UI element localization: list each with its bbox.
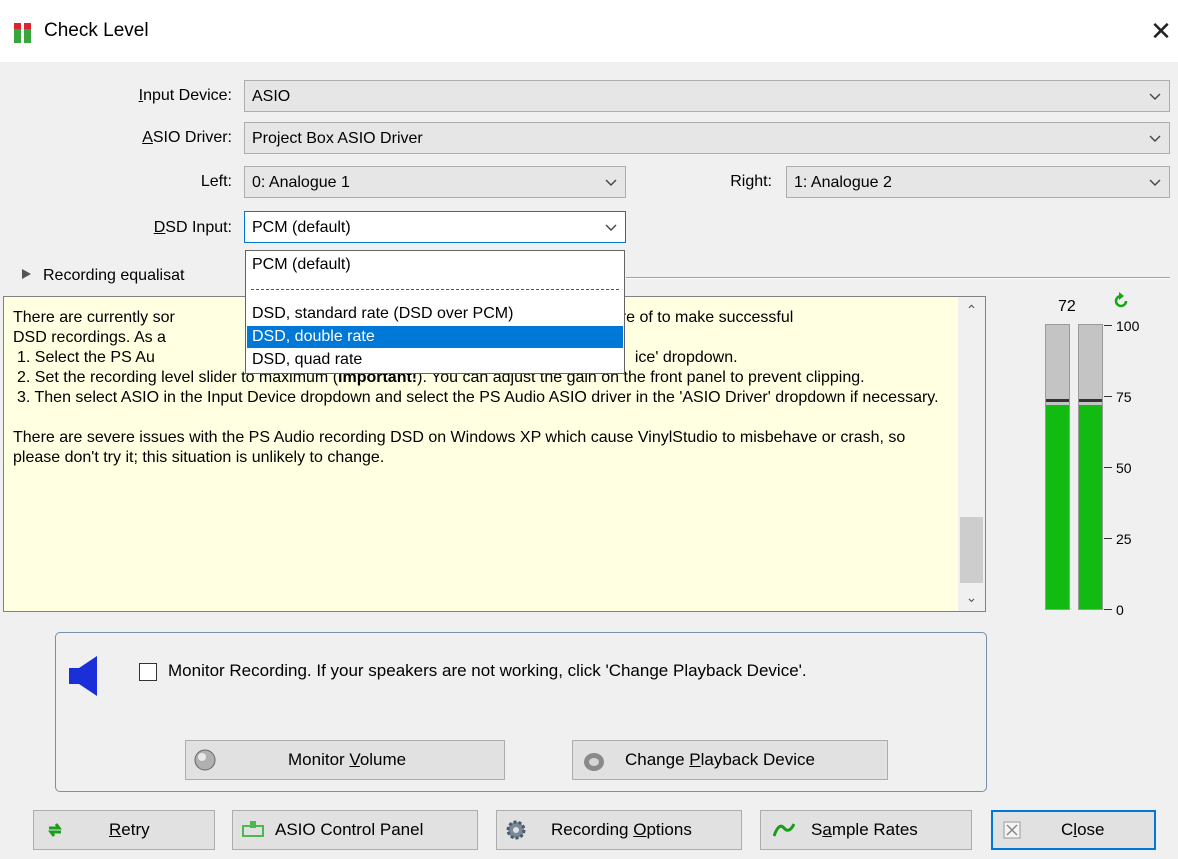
asio-driver-dropdown[interactable]: Project Box ASIO Driver bbox=[244, 122, 1170, 154]
scale-tick bbox=[1104, 396, 1112, 397]
asio-control-panel-button[interactable]: ASIO Control Panel bbox=[232, 810, 478, 850]
chevron-down-icon bbox=[605, 179, 617, 186]
close-button[interactable]: Close bbox=[991, 810, 1156, 850]
wave-icon bbox=[773, 823, 795, 837]
close-label: Close bbox=[1061, 820, 1105, 839]
title-bar: Check Level ✕ bbox=[0, 0, 1178, 62]
left-level-meter bbox=[1045, 324, 1070, 610]
meter-scale-label: 0 bbox=[1116, 602, 1124, 618]
scroll-down-arrow-icon[interactable]: ⌄ bbox=[958, 584, 985, 611]
recording-equalisation-toggle[interactable]: Recording equalisat bbox=[22, 267, 184, 285]
asio-driver-label: ASIO Driver: bbox=[142, 129, 232, 146]
reset-peak-icon[interactable] bbox=[1112, 292, 1130, 310]
input-device-value: ASIO bbox=[252, 88, 291, 105]
level-meter-value: 72 bbox=[1058, 298, 1076, 315]
dsd-option[interactable]: PCM (default) bbox=[247, 254, 623, 276]
monitor-recording-label: Monitor Recording. If your speakers are … bbox=[168, 661, 807, 680]
change-playback-device-button[interactable]: Change Playback Device bbox=[572, 740, 888, 780]
chevron-down-icon bbox=[1149, 93, 1161, 100]
scale-tick bbox=[1104, 467, 1112, 468]
right-channel-dropdown[interactable]: 1: Analogue 2 bbox=[786, 166, 1170, 198]
section-divider bbox=[626, 277, 1170, 279]
retry-button[interactable]: Retry bbox=[33, 810, 215, 850]
chevron-down-icon bbox=[1149, 179, 1161, 186]
chevron-down-icon bbox=[1149, 135, 1161, 142]
notes-item-1-tail: ice' dropdown. bbox=[634, 349, 738, 366]
left-peak-marker bbox=[1046, 399, 1069, 402]
speaker-gray-icon bbox=[584, 753, 604, 771]
right-channel-label: Right: bbox=[730, 173, 772, 190]
chevron-down-icon bbox=[605, 224, 617, 231]
level-meter-app-icon bbox=[14, 23, 32, 43]
notes-paragraph-1: There are currently sor bbox=[13, 309, 175, 326]
right-level-fill bbox=[1079, 405, 1102, 609]
notes-paragraph-1-line-2: DSD recordings. As a bbox=[13, 329, 166, 346]
right-peak-marker bbox=[1079, 399, 1102, 402]
input-device-dropdown[interactable]: ASIO bbox=[244, 80, 1170, 112]
recording-options-label: Recording Options bbox=[551, 820, 692, 839]
sample-rates-label: Sample Rates bbox=[811, 820, 918, 839]
dsd-option[interactable]: DSD, standard rate (DSD over PCM) bbox=[247, 303, 623, 325]
dsd-input-options-list[interactable]: PCM (default) DSD, standard rate (DSD ov… bbox=[245, 250, 625, 374]
meter-scale-label: 25 bbox=[1116, 531, 1132, 547]
gear-icon bbox=[506, 820, 526, 840]
notes-paragraph-2: There are severe issues with the PS Audi… bbox=[13, 429, 906, 466]
close-box-icon bbox=[1003, 821, 1021, 839]
retry-arrows-icon bbox=[48, 823, 62, 837]
input-device-label: Input Device: bbox=[138, 87, 232, 104]
option-separator bbox=[251, 289, 619, 290]
notes-item-3: 3. Then select ASIO in the Input Device … bbox=[17, 389, 939, 406]
left-channel-label: Left: bbox=[200, 173, 232, 190]
retry-label: Retry bbox=[109, 820, 150, 839]
left-channel-dropdown[interactable]: 0: Analogue 1 bbox=[244, 166, 626, 198]
meter-scale-label: 75 bbox=[1116, 389, 1132, 405]
notes-scrollbar[interactable]: ⌃ ⌄ bbox=[958, 297, 985, 611]
expand-arrow-icon bbox=[22, 269, 31, 279]
recording-equalisation-label: Recording equalisat bbox=[43, 267, 185, 284]
volume-knob-icon bbox=[194, 749, 216, 771]
scale-tick bbox=[1104, 609, 1112, 610]
speaker-icon bbox=[69, 656, 97, 696]
dsd-input-dropdown[interactable]: PCM (default) bbox=[244, 211, 626, 243]
right-channel-value: 1: Analogue 2 bbox=[794, 174, 892, 191]
monitor-recording-checkbox[interactable] bbox=[139, 663, 157, 681]
dsd-input-value: PCM (default) bbox=[252, 219, 351, 236]
sample-rates-button[interactable]: Sample Rates bbox=[760, 810, 972, 850]
window-title: Check Level bbox=[44, 20, 149, 41]
scale-tick bbox=[1104, 538, 1112, 539]
asio-control-panel-label: ASIO Control Panel bbox=[275, 820, 424, 839]
connector-icon bbox=[242, 821, 264, 837]
left-channel-value: 0: Analogue 1 bbox=[252, 174, 350, 191]
change-playback-device-label: Change Playback Device bbox=[625, 750, 815, 769]
monitor-volume-button[interactable]: Monitor Volume bbox=[185, 740, 505, 780]
dsd-option-selected[interactable]: DSD, double rate bbox=[247, 326, 623, 348]
scroll-up-arrow-icon[interactable]: ⌃ bbox=[958, 297, 985, 324]
scale-tick bbox=[1104, 325, 1112, 326]
scrollbar-thumb[interactable] bbox=[960, 517, 983, 583]
dsd-input-label: DSD Input: bbox=[153, 219, 232, 236]
notes-item-1: 1. Select the PS Au bbox=[17, 349, 155, 366]
meter-scale-label: 50 bbox=[1116, 460, 1132, 476]
monitor-volume-label: Monitor Volume bbox=[288, 750, 407, 769]
left-level-fill bbox=[1046, 405, 1069, 609]
meter-scale-label: 100 bbox=[1116, 318, 1140, 334]
asio-driver-value: Project Box ASIO Driver bbox=[252, 130, 423, 147]
right-level-meter bbox=[1078, 324, 1103, 610]
recording-options-button[interactable]: Recording Options bbox=[496, 810, 742, 850]
close-window-button[interactable]: ✕ bbox=[1144, 14, 1178, 48]
dsd-option[interactable]: DSD, quad rate bbox=[247, 349, 623, 371]
